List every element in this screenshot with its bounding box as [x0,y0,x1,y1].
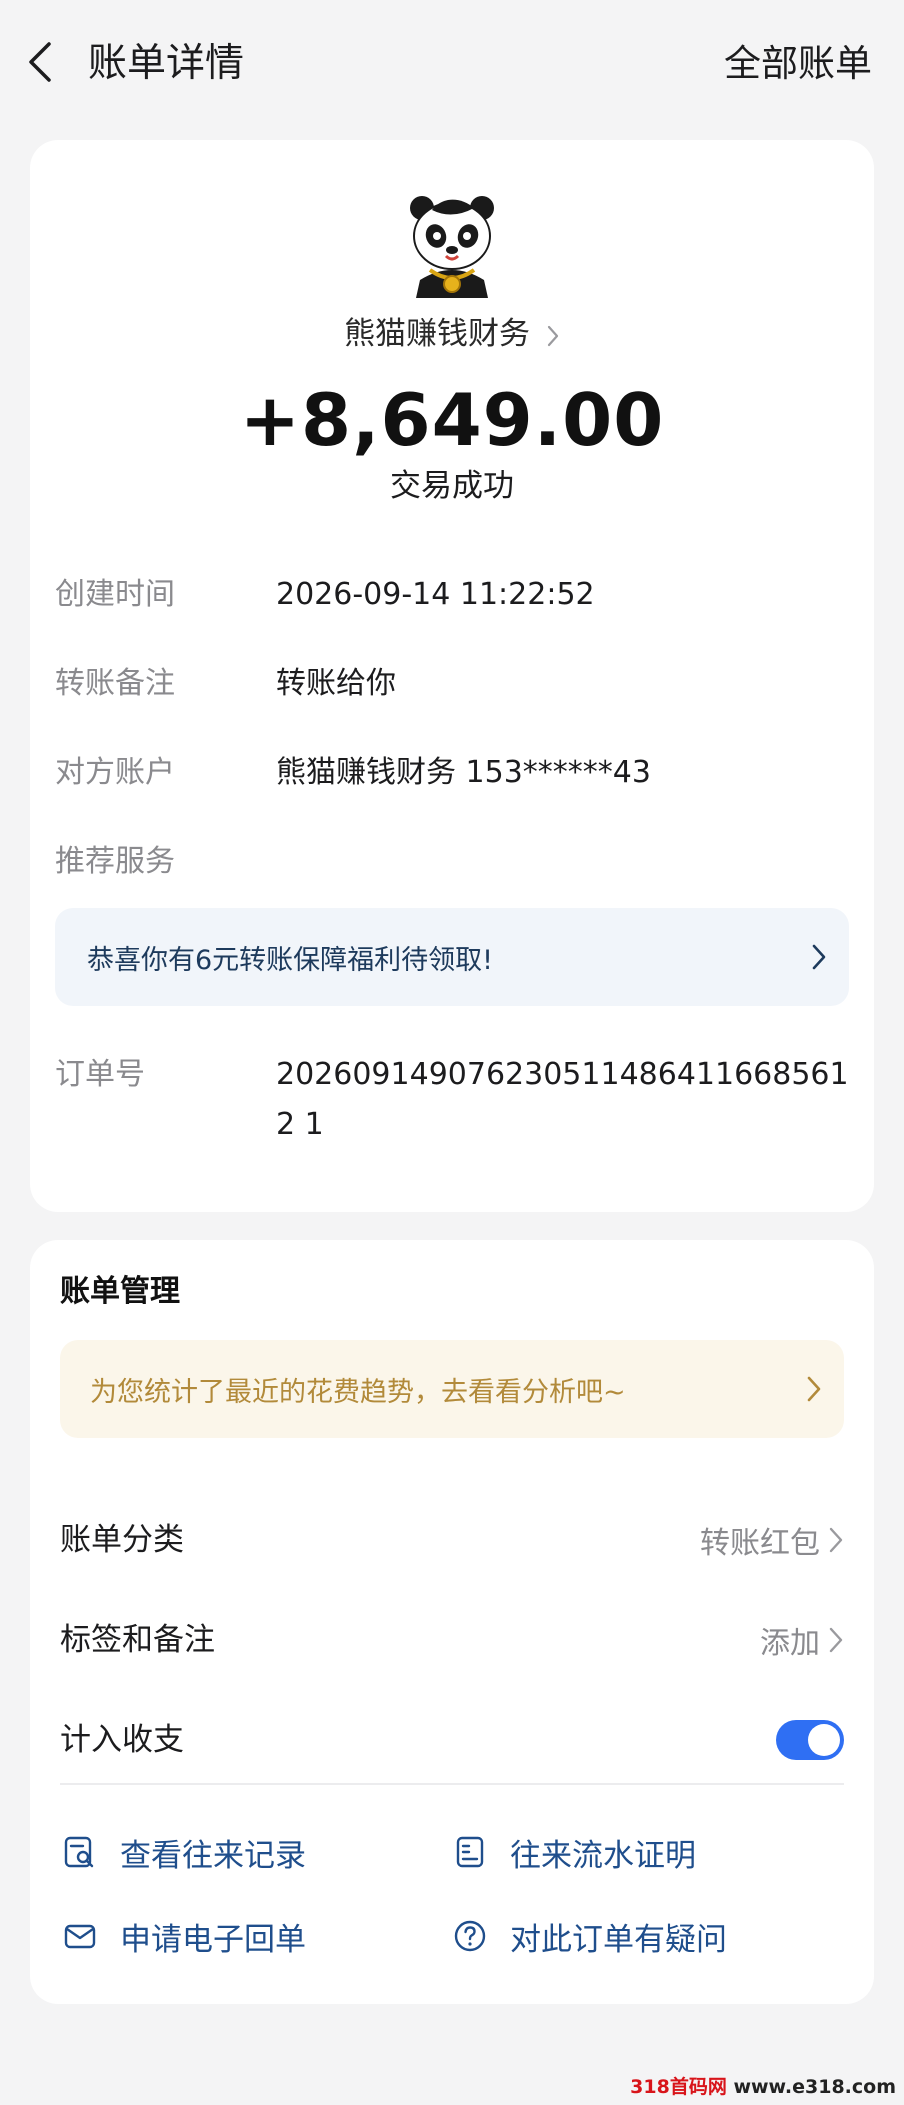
chevron-right-icon [829,1627,843,1653]
recommend-row: 推荐服务 [55,837,849,887]
help-icon [452,1918,488,1954]
divider [60,1783,844,1785]
view-records-label: 查看往来记录 [120,1837,306,1874]
counterparty-label: 对方账户 [55,755,175,790]
order-question-label: 对此订单有疑问 [510,1921,727,1958]
spending-trend-banner[interactable]: 为您统计了最近的花费趋势，去看看分析吧~ [60,1340,844,1438]
page-title: 账单详情 [88,41,245,86]
order-number-value: 2026091490762305114864116685612 1 [276,1057,849,1142]
tags-notes-row[interactable]: 标签和备注 添加 [60,1610,844,1670]
e-receipt-button[interactable]: 申请电子回单 [62,1908,306,1964]
transfer-note-value: 转账给你 [276,666,396,701]
watermark-url: www.e318.com [733,2076,896,2098]
recommend-label: 推荐服务 [55,844,175,879]
all-bills-link[interactable]: 全部账单 [724,36,872,92]
merchant-avatar [402,190,502,300]
chevron-right-icon [829,1527,843,1553]
top-bar: 账单详情 全部账单 [0,0,904,130]
section-title: 账单管理 [60,1274,180,1309]
transfer-note-row: 转账备注 转账给你 [55,659,849,709]
bill-management-card: 账单管理 为您统计了最近的花费趋势，去看看分析吧~ 账单分类 转账红包 标签和备… [30,1240,874,2004]
created-time-label: 创建时间 [55,577,175,612]
transaction-status: 交易成功 [390,468,514,504]
bill-category-row[interactable]: 账单分类 转账红包 [60,1510,844,1570]
transfer-note-label: 转账备注 [55,666,175,701]
count-in-budget-label: 计入收支 [60,1722,184,1758]
back-arrow-icon [29,42,51,82]
tags-notes-label: 标签和备注 [60,1622,215,1658]
back-button[interactable] [20,38,60,86]
chevron-right-icon [789,908,849,1006]
count-in-budget-toggle[interactable] [776,1720,844,1760]
panda-logo-icon [410,196,494,298]
spending-trend-text: 为您统计了最近的花费趋势，去看看分析吧~ [90,1376,626,1408]
transaction-amount: +8,649.00 [239,378,665,462]
order-number-label: 订单号 [55,1057,145,1092]
statement-proof-label: 往来流水证明 [510,1837,696,1874]
view-records-button[interactable]: 查看往来记录 [62,1824,306,1880]
site-watermark: 318首码网 www.e318.com [630,2072,896,2099]
bill-detail-card: 熊猫赚钱财务 +8,649.00 交易成功 创建时间 2026-09-14 11… [30,140,874,1212]
bill-category-value: 转账红包 [700,1526,820,1561]
tags-notes-value: 添加 [760,1626,820,1661]
merchant-name-link[interactable]: 熊猫赚钱财务 [30,312,874,356]
created-time-value: 2026-09-14 11:22:52 [276,577,595,612]
merchant-name: 熊猫赚钱财务 [344,316,531,352]
watermark-brand: 318首码网 [630,2076,727,2098]
search-document-icon [62,1834,98,1870]
order-question-button[interactable]: 对此订单有疑问 [452,1908,727,1964]
chevron-right-icon [784,1340,844,1438]
count-in-budget-row: 计入收支 [60,1710,844,1770]
transfer-protection-banner[interactable]: 恭喜你有6元转账保障福利待领取! [55,908,849,1006]
transfer-protection-text: 恭喜你有6元转账保障福利待领取! [87,944,494,976]
statement-proof-button[interactable]: 往来流水证明 [452,1824,696,1880]
created-time-row: 创建时间 2026-09-14 11:22:52 [55,570,849,620]
counterparty-row: 对方账户 熊猫赚钱财务 153******43 [55,748,849,798]
counterparty-value: 熊猫赚钱财务 153******43 [276,755,651,790]
statement-icon [452,1834,488,1870]
e-receipt-label: 申请电子回单 [120,1921,306,1958]
chevron-right-icon [547,325,559,346]
bill-category-label: 账单分类 [60,1522,184,1558]
mail-icon [62,1918,98,1954]
